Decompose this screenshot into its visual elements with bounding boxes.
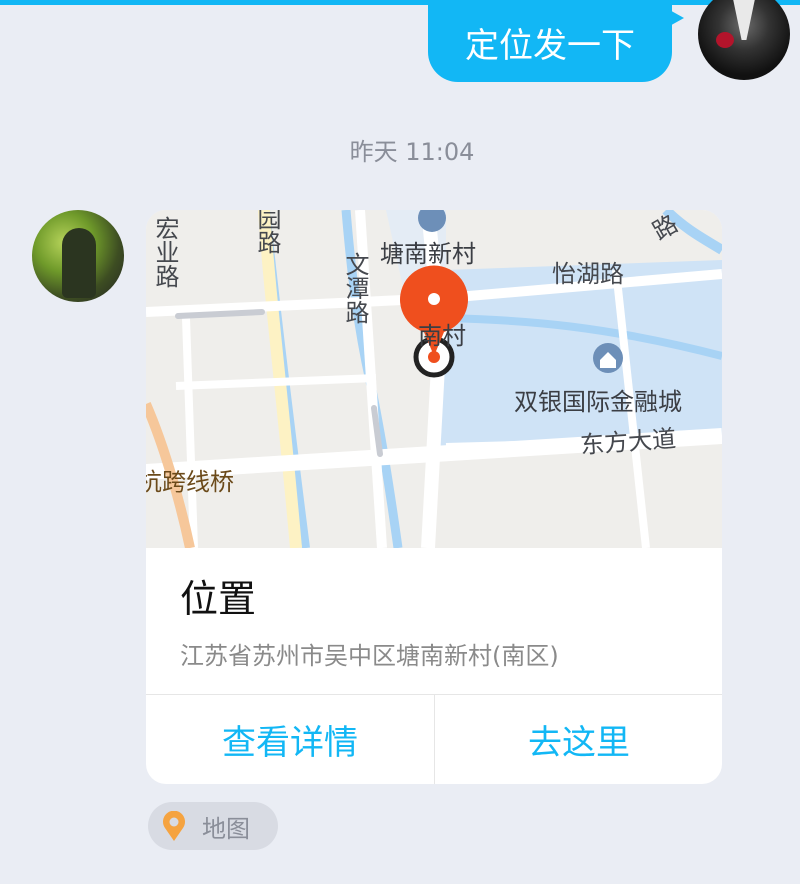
map-label-nan-village: 南村 xyxy=(418,322,466,350)
map-label-tangnan-village: 塘南新村 xyxy=(380,240,476,268)
sent-message-text: 定位发一下 xyxy=(465,25,635,66)
map-label-wentan-road: 文潭路 xyxy=(341,252,369,324)
map-label-bridge: 杭跨线桥 xyxy=(146,468,234,496)
message-timestamp: 昨天 11:04 xyxy=(349,138,475,166)
contact-avatar[interactable] xyxy=(32,210,124,302)
location-title: 位置 xyxy=(180,577,257,621)
location-address: 江苏省苏州市吴中区塘南新村(南区) xyxy=(180,642,559,670)
location-map[interactable]: 宏业路 园路 文潭路 塘南新村 南村 怡湖路 双银国际金融城 东方大道 杭跨线桥… xyxy=(146,210,722,548)
map-source-label: 地图 xyxy=(202,814,250,843)
sent-message-bubble[interactable]: 定位发一下 xyxy=(428,2,684,82)
map-label-shuangyin: 双银国际金融城 xyxy=(514,388,682,416)
map-source-tag[interactable]: 地图 xyxy=(148,802,278,850)
map-pin-icon xyxy=(163,811,185,841)
map-label-dongfang-avenue: 东方大道 xyxy=(579,424,678,460)
my-avatar[interactable] xyxy=(698,0,790,80)
view-details-button[interactable]: 查看详情 xyxy=(146,695,434,784)
map-label-yuan-road: 园路 xyxy=(253,210,281,254)
map-label-yihu-road: 怡湖路 xyxy=(552,260,624,288)
map-label-hongye-road: 宏业路 xyxy=(151,216,179,288)
top-accent-bar xyxy=(0,0,800,5)
location-card[interactable]: 宏业路 园路 文潭路 塘南新村 南村 怡湖路 双银国际金融城 东方大道 杭跨线桥… xyxy=(146,210,722,784)
go-here-button[interactable]: 去这里 xyxy=(435,695,722,784)
